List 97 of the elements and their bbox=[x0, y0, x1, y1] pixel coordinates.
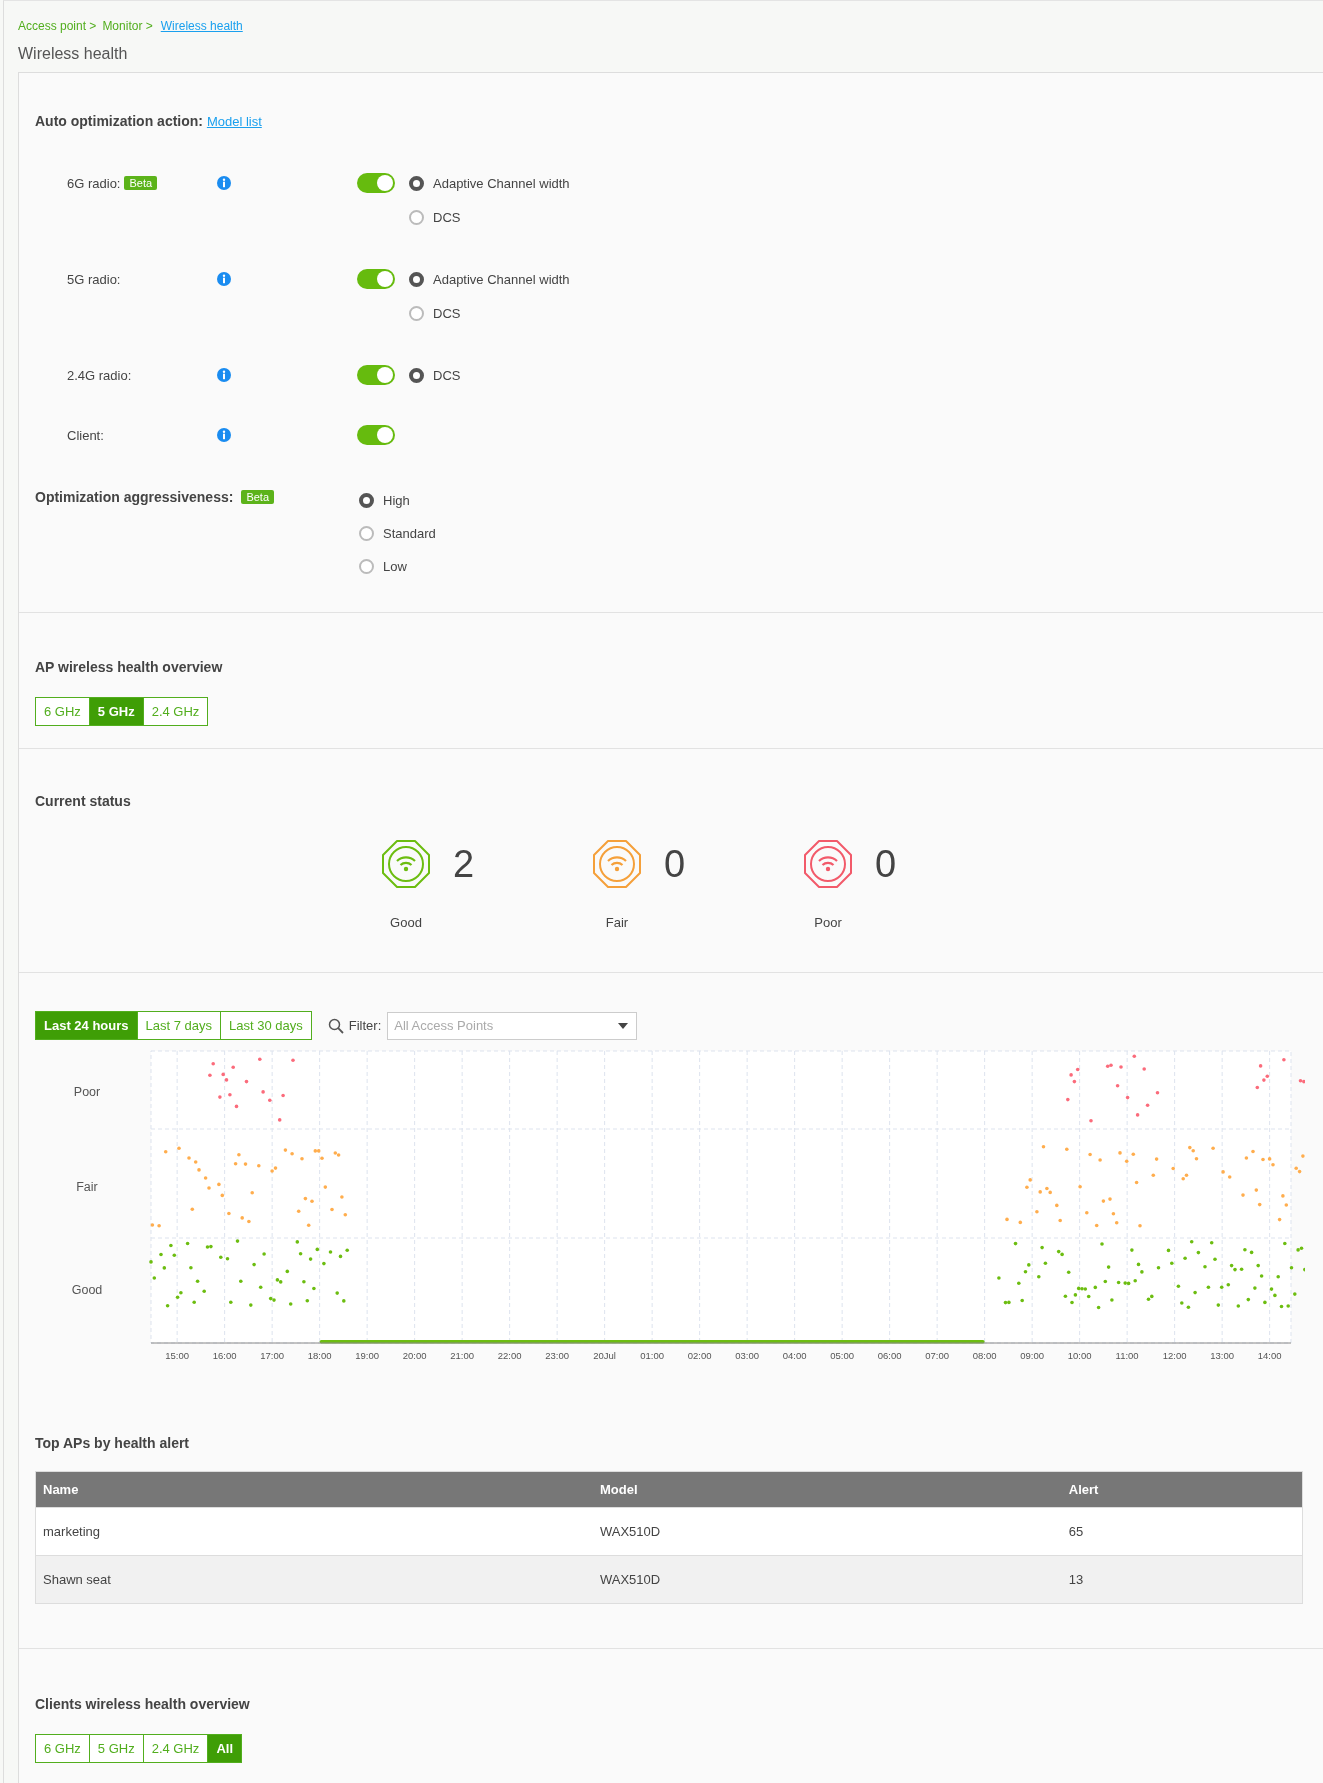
axis-label: 05:00 bbox=[830, 1350, 854, 1361]
axis-label: 02:00 bbox=[687, 1350, 712, 1361]
page-title: Wireless health bbox=[18, 45, 129, 63]
axis-label: 14:00 bbox=[1257, 1350, 1282, 1361]
search-icon bbox=[327, 1017, 344, 1034]
breadcrumb-item: Monitor > bbox=[102, 19, 153, 33]
axis-label: 10:00 bbox=[1067, 1350, 1092, 1361]
option-label: Adaptive Channel width bbox=[433, 271, 570, 287]
option-label: DCS bbox=[433, 209, 461, 225]
model-list-link[interactable]: Model list bbox=[206, 114, 262, 129]
band-tab[interactable]: 5 GHz bbox=[89, 1734, 144, 1763]
status-label: Poor bbox=[813, 915, 843, 930]
radio-button[interactable] bbox=[359, 492, 374, 508]
access-point-dropdown[interactable]: All Access Points bbox=[387, 1011, 638, 1040]
section-title: AP wireless health overview bbox=[35, 659, 224, 675]
toggle-switch[interactable] bbox=[357, 425, 395, 445]
column-header: Alert bbox=[1061, 1471, 1303, 1508]
status-label: Fair bbox=[604, 915, 630, 930]
option-label: High bbox=[383, 492, 410, 508]
radio-button[interactable] bbox=[409, 271, 424, 287]
info-icon[interactable] bbox=[217, 368, 231, 382]
axis-label: 06:00 bbox=[877, 1350, 902, 1361]
axis-label: 15:00 bbox=[165, 1350, 189, 1361]
status-count: 2 bbox=[453, 842, 476, 886]
info-icon[interactable] bbox=[217, 272, 231, 286]
breadcrumb-link[interactable]: Wireless health bbox=[160, 19, 243, 33]
info-icon[interactable] bbox=[217, 428, 231, 442]
section-title: Top APs by health alert bbox=[35, 1435, 191, 1451]
filter-label: Filter: bbox=[348, 1018, 382, 1033]
section-title: Clients wireless health overview bbox=[35, 1696, 251, 1712]
axis-label: 01:00 bbox=[640, 1350, 664, 1361]
option-label: Adaptive Channel width bbox=[433, 175, 570, 191]
radio-label: Client: bbox=[67, 427, 104, 443]
radio-button[interactable] bbox=[409, 209, 424, 225]
axis-label: 04:00 bbox=[782, 1350, 807, 1361]
option-label: Standard bbox=[383, 525, 436, 541]
range-tab[interactable]: Last 7 days bbox=[137, 1011, 222, 1040]
table-cell: WAX510D bbox=[592, 1507, 1062, 1556]
toggle-switch[interactable] bbox=[357, 269, 395, 289]
table-cell: Shawn seat bbox=[35, 1555, 593, 1604]
option-label: DCS bbox=[433, 305, 461, 321]
section-title: Optimization aggressiveness: bbox=[35, 489, 234, 505]
beta-badge: Beta bbox=[124, 176, 158, 190]
axis-label: Fair bbox=[76, 1180, 98, 1194]
axis-label: 08:00 bbox=[972, 1350, 997, 1361]
option-label: Low bbox=[383, 558, 407, 574]
axis-label: 17:00 bbox=[260, 1350, 284, 1361]
toggle-switch[interactable] bbox=[357, 173, 395, 193]
info-icon[interactable] bbox=[217, 176, 231, 190]
caret-icon bbox=[618, 1022, 629, 1029]
radio-button[interactable] bbox=[409, 175, 424, 191]
axis-label: 13:00 bbox=[1210, 1350, 1234, 1361]
radio-label: 6G radio: bbox=[67, 175, 121, 191]
band-tab[interactable]: 6 GHz bbox=[35, 697, 90, 726]
axis-label: 21:00 bbox=[450, 1350, 474, 1361]
axis-label: 19:00 bbox=[355, 1350, 379, 1361]
radio-button[interactable] bbox=[359, 558, 374, 574]
band-tab[interactable]: 2.4 GHz bbox=[143, 1734, 209, 1763]
column-header: Model bbox=[592, 1471, 1062, 1508]
option-label: DCS bbox=[433, 367, 461, 383]
axis-label: 20:00 bbox=[402, 1350, 427, 1361]
band-tab[interactable]: All bbox=[208, 1734, 242, 1763]
axis-label: 09:00 bbox=[1020, 1350, 1044, 1361]
band-tab[interactable]: 2.4 GHz bbox=[143, 697, 209, 726]
radio-button[interactable] bbox=[359, 525, 374, 541]
axis-label: 23:00 bbox=[545, 1350, 569, 1361]
axis-label: 11:00 bbox=[1115, 1350, 1139, 1361]
band-tab[interactable]: 6 GHz bbox=[35, 1734, 90, 1763]
breadcrumb-item: Access point > bbox=[18, 19, 97, 33]
band-tab[interactable]: 5 GHz bbox=[89, 697, 144, 726]
radio-label: 2.4G radio: bbox=[67, 367, 132, 383]
range-tab[interactable]: Last 24 hours bbox=[35, 1011, 138, 1040]
toggle-switch[interactable] bbox=[357, 365, 395, 385]
table-cell: marketing bbox=[35, 1507, 593, 1556]
axis-label: 20Jul bbox=[593, 1350, 616, 1361]
axis-label: Poor bbox=[73, 1085, 101, 1099]
status-label: Good bbox=[389, 915, 423, 930]
table-cell: WAX510D bbox=[592, 1555, 1062, 1604]
table-cell: 13 bbox=[1061, 1555, 1303, 1604]
status-count: 0 bbox=[875, 842, 898, 886]
axis-label: 22:00 bbox=[497, 1350, 522, 1361]
table-cell: 65 bbox=[1061, 1507, 1303, 1556]
section-title: Auto optimization action: bbox=[35, 113, 203, 129]
axis-label: 03:00 bbox=[735, 1350, 759, 1361]
axis-label: Good bbox=[71, 1283, 103, 1297]
axis-label: 12:00 bbox=[1162, 1350, 1187, 1361]
axis-label: 07:00 bbox=[925, 1350, 949, 1361]
beta-badge: Beta bbox=[241, 490, 275, 504]
axis-label: 16:00 bbox=[212, 1350, 237, 1361]
section-title: Current status bbox=[35, 793, 132, 809]
column-header: Name bbox=[35, 1471, 593, 1508]
radio-label: 5G radio: bbox=[67, 271, 121, 287]
status-count: 0 bbox=[664, 842, 687, 886]
axis-label: 18:00 bbox=[307, 1350, 332, 1361]
radio-button[interactable] bbox=[409, 367, 424, 383]
range-tab[interactable]: Last 30 days bbox=[221, 1011, 312, 1040]
radio-button[interactable] bbox=[409, 305, 424, 321]
